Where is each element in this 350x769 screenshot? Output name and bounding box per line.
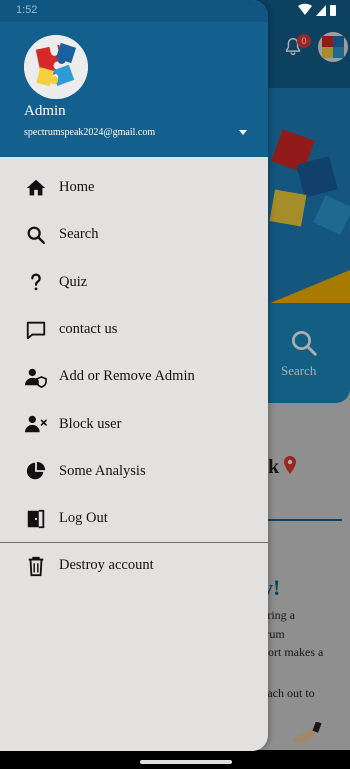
admin-shield-icon [24, 365, 48, 389]
drawer-menu: Home Search Quiz contact us Add or Remov… [0, 164, 268, 542]
profile-avatar[interactable] [24, 35, 88, 99]
menu-item-destroy-account[interactable]: Destroy account [0, 542, 268, 589]
menu-item-label: Some Analysis [59, 462, 146, 479]
status-time: 1:52 [16, 4, 38, 16]
menu-item-label: Home [59, 179, 95, 196]
menu-item-block-user[interactable]: Block user [0, 400, 268, 447]
chat-bubble-icon [24, 318, 48, 342]
status-bar-area [0, 0, 268, 22]
menu-item-label: Destroy account [59, 557, 154, 573]
pie-chart-icon [24, 459, 48, 483]
menu-item-label: Search [59, 226, 99, 243]
trash-icon [24, 554, 48, 578]
battery-icon [330, 5, 336, 16]
menu-item-quiz[interactable]: Quiz [0, 259, 268, 306]
home-gesture-handle[interactable] [140, 760, 232, 764]
account-dropdown-icon[interactable] [239, 130, 247, 135]
menu-item-label: contact us [59, 321, 118, 338]
home-icon [24, 176, 48, 200]
cellular-signal-icon [316, 5, 326, 16]
menu-item-home[interactable]: Home [0, 164, 268, 211]
menu-item-search[interactable]: Search [0, 211, 268, 258]
navigation-drawer: Admin spectrumspeak2024@gmail.com Home S… [0, 0, 268, 751]
menu-item-label: Log Out [59, 510, 108, 527]
menu-item-some-analysis[interactable]: Some Analysis [0, 448, 268, 495]
menu-item-add-remove-admin[interactable]: Add or Remove Admin [0, 353, 268, 400]
menu-item-label: Add or Remove Admin [59, 368, 195, 385]
logout-door-icon [24, 507, 48, 531]
menu-item-contact-us[interactable]: contact us [0, 306, 268, 353]
wifi-icon [298, 3, 312, 15]
profile-name: Admin [24, 103, 66, 119]
menu-item-log-out[interactable]: Log Out [0, 495, 268, 542]
profile-email: spectrumspeak2024@gmail.com [24, 127, 156, 138]
question-icon [24, 270, 48, 294]
block-user-icon [24, 412, 48, 436]
menu-item-label: Block user [59, 415, 122, 432]
search-icon [24, 223, 48, 247]
menu-item-label: Quiz [59, 273, 88, 290]
status-icons [298, 3, 336, 16]
